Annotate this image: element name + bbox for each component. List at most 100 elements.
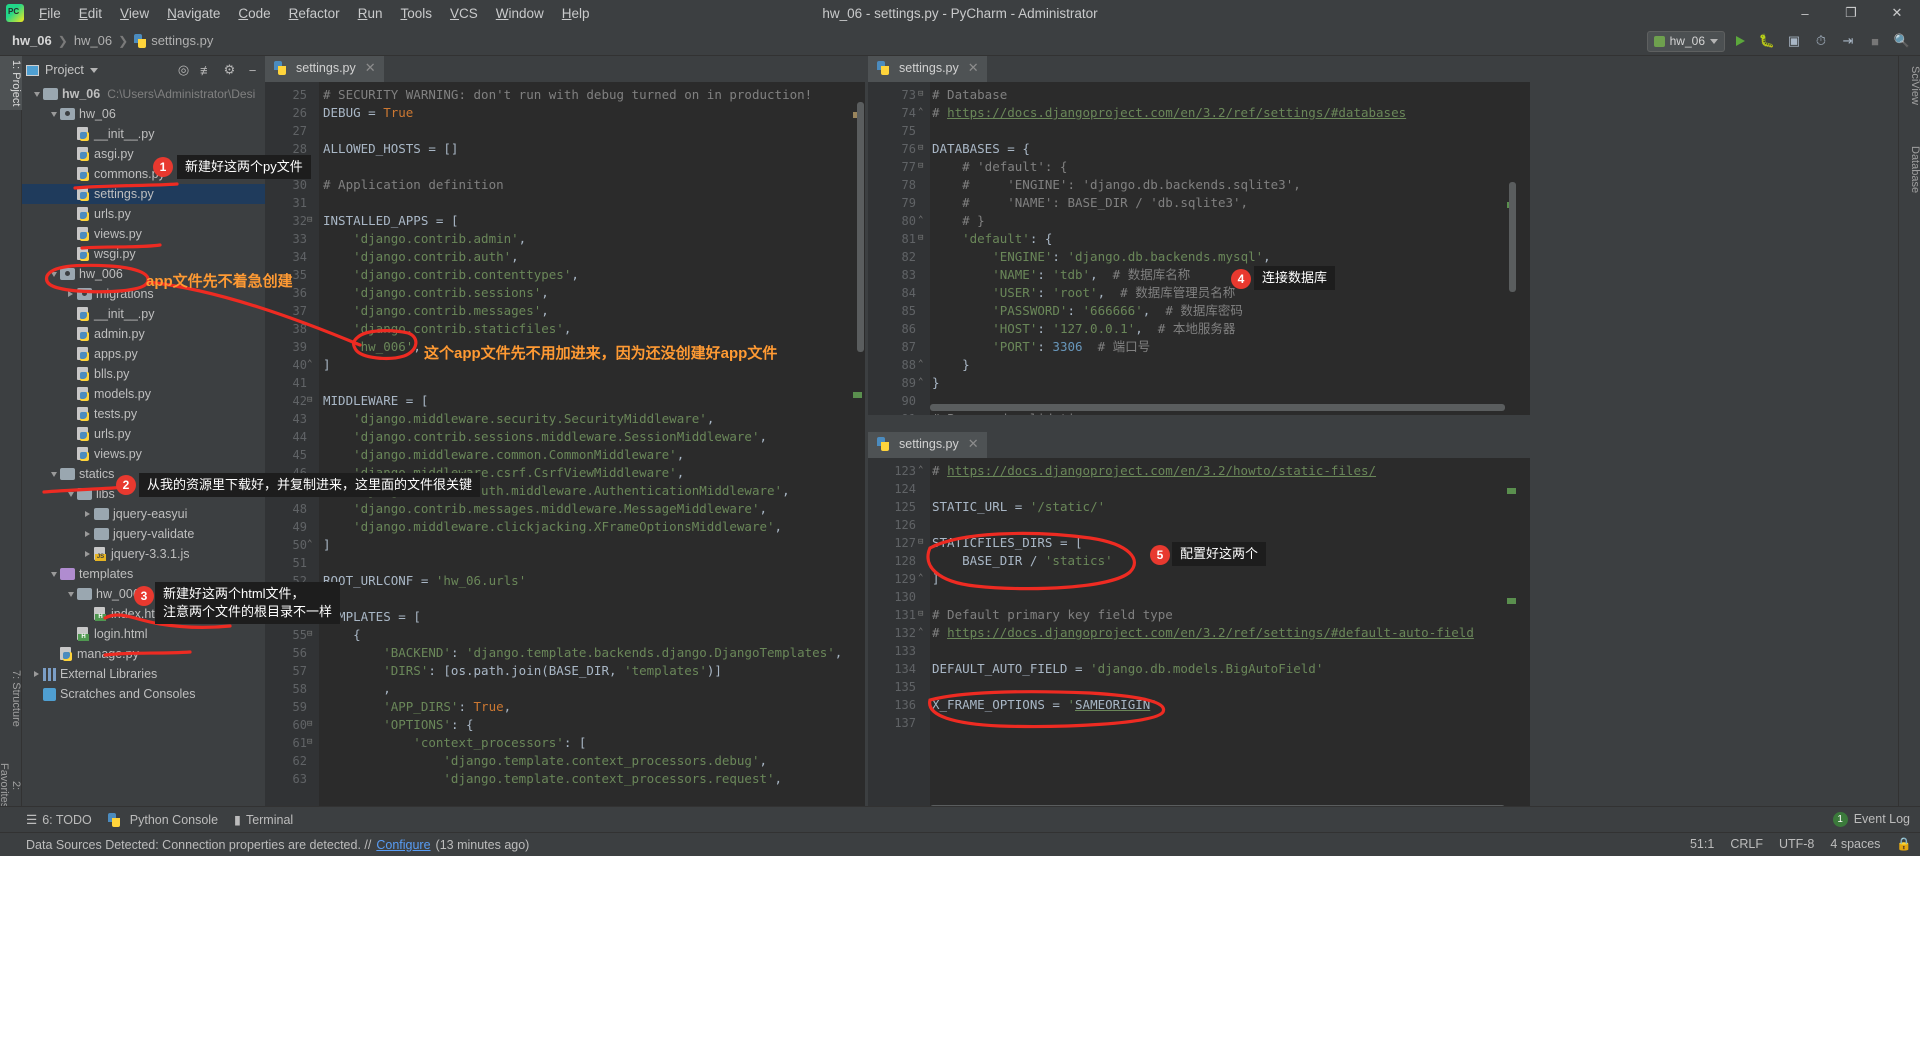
code-fold-icon[interactable]: ⊟ xyxy=(918,89,923,99)
tree-item-jquery-easyui[interactable]: jquery-easyui xyxy=(22,504,265,524)
code-fold-icon[interactable]: ⊟ xyxy=(918,537,923,547)
close-button[interactable]: ✕ xyxy=(1874,0,1920,26)
breadcrumb-package[interactable]: hw_06 xyxy=(74,33,112,48)
maximize-button[interactable]: ❐ xyxy=(1828,0,1874,26)
tree-item-hw-06[interactable]: hw_06 xyxy=(22,104,265,124)
status-configure-link[interactable]: Configure xyxy=(376,838,430,852)
caret-position[interactable]: 51:1 xyxy=(1690,837,1714,851)
info-marker[interactable] xyxy=(853,392,862,398)
file-encoding[interactable]: UTF-8 xyxy=(1779,837,1814,851)
code-fold-icon[interactable]: ⌃ xyxy=(918,573,923,583)
tab-settings-py[interactable]: settings.py ✕ xyxy=(868,432,987,458)
collapse-arrow-icon[interactable] xyxy=(64,491,77,497)
code-fold-icon[interactable]: ⊟ xyxy=(307,719,312,729)
close-icon[interactable]: ✕ xyxy=(968,60,979,76)
search-icon[interactable]: 🔍 xyxy=(1890,29,1914,53)
tab-settings-py[interactable]: settings.py ✕ xyxy=(868,56,987,82)
tree-item-templates[interactable]: templates xyxy=(22,564,265,584)
editor-right-top-code[interactable]: 73 ⊟ # Database 74 ⌃ # https://docs.djangopro… xyxy=(868,82,1530,415)
sidebar-item-sciview[interactable]: SciView xyxy=(1899,62,1920,109)
update-button[interactable]: ⇥ xyxy=(1836,29,1860,53)
tree-item-models-py[interactable]: models.py xyxy=(22,384,265,404)
expand-arrow-icon[interactable] xyxy=(81,511,94,517)
line-separator[interactable]: CRLF xyxy=(1730,837,1763,851)
info-marker[interactable] xyxy=(1507,488,1516,494)
menu-edit[interactable]: Edit xyxy=(70,3,111,24)
menu-vcs[interactable]: VCS xyxy=(441,3,487,24)
menu-file[interactable]: File xyxy=(30,3,70,24)
menu-window[interactable]: Window xyxy=(487,3,553,24)
project-tree[interactable]: hw_06 C:\Users\Administrator\Desi hw_06 __i… xyxy=(22,84,265,816)
run-configuration-selector[interactable]: hw_06 xyxy=(1646,30,1725,52)
indent-setting[interactable]: 4 spaces xyxy=(1830,837,1880,851)
chevron-down-icon[interactable] xyxy=(89,67,98,73)
hide-icon[interactable]: − xyxy=(244,62,261,79)
sidebar-item-project[interactable]: 1: Project xyxy=(0,56,22,111)
code-fold-icon[interactable]: ⊟ xyxy=(918,143,923,153)
menu-code[interactable]: Code xyxy=(229,3,279,24)
tree-item-jquery-validate[interactable]: jquery-validate xyxy=(22,524,265,544)
code-fold-icon[interactable]: ⌃ xyxy=(918,627,923,637)
lock-icon[interactable]: 🔒 xyxy=(1896,837,1912,852)
profile-button[interactable]: ⏱ xyxy=(1809,29,1833,53)
editor-right-top-scrollbar-vertical[interactable] xyxy=(1509,182,1516,292)
locate-icon[interactable]: ◎ xyxy=(175,62,192,79)
code-fold-icon[interactable]: ⊟ xyxy=(307,737,312,747)
expand-arrow-icon[interactable] xyxy=(64,291,77,297)
tree-item-hw-06[interactable]: hw_06 C:\Users\Administrator\Desi xyxy=(22,84,265,104)
menu-view[interactable]: View xyxy=(111,3,158,24)
minimize-button[interactable]: – xyxy=(1782,0,1828,26)
tree-item-tests-py[interactable]: tests.py xyxy=(22,404,265,424)
code-fold-icon[interactable]: ⊟ xyxy=(307,395,312,405)
code-fold-icon[interactable]: ⊟ xyxy=(918,161,923,171)
tree-item-blls-py[interactable]: blls.py xyxy=(22,364,265,384)
tree-item---init---py[interactable]: __init__.py xyxy=(22,124,265,144)
close-icon[interactable]: ✕ xyxy=(365,60,376,76)
code-fold-icon[interactable]: ⌃ xyxy=(918,107,923,117)
code-fold-icon[interactable]: ⊟ xyxy=(307,629,312,639)
coverage-button[interactable]: ▣ xyxy=(1782,29,1806,53)
code-fold-icon[interactable]: ⊟ xyxy=(918,233,923,243)
collapse-arrow-icon[interactable] xyxy=(47,571,60,577)
collapse-arrow-icon[interactable] xyxy=(47,471,60,477)
tree-item-login-html[interactable]: login.html xyxy=(22,624,265,644)
code-fold-icon[interactable]: ⌃ xyxy=(307,539,312,549)
stop-button[interactable]: ■ xyxy=(1863,29,1887,53)
expand-arrow-icon[interactable] xyxy=(81,531,94,537)
tree-item-urls-py[interactable]: urls.py xyxy=(22,424,265,444)
tree-item---init---py[interactable]: __init__.py xyxy=(22,304,265,324)
expand-arrow-icon[interactable] xyxy=(81,551,94,557)
tool-todo[interactable]: ☰ 6: TODO xyxy=(26,812,92,828)
menu-navigate[interactable]: Navigate xyxy=(158,3,229,24)
collapse-arrow-icon[interactable] xyxy=(30,91,43,97)
tree-item-views-py[interactable]: views.py xyxy=(22,224,265,244)
tree-item-scratches-and-consoles[interactable]: Scratches and Consoles xyxy=(22,684,265,704)
tool-terminal[interactable]: ▮ Terminal xyxy=(234,812,293,828)
debug-button[interactable]: 🐛 xyxy=(1755,29,1779,53)
editor-main-scrollbar-vertical[interactable] xyxy=(857,102,864,352)
sidebar-item-database[interactable]: Database xyxy=(1899,142,1920,197)
editor-right-top-scrollbar-horizontal[interactable] xyxy=(930,404,1505,411)
tree-item-urls-py[interactable]: urls.py xyxy=(22,204,265,224)
event-log-button[interactable]: 1 Event Log xyxy=(1832,806,1910,832)
tree-item-jquery-3-3-1-js[interactable]: jquery-3.3.1.js xyxy=(22,544,265,564)
tree-item-admin-py[interactable]: admin.py xyxy=(22,324,265,344)
code-fold-icon[interactable]: ⌃ xyxy=(918,465,923,475)
collapse-all-icon[interactable]: ≢ xyxy=(198,62,215,79)
gear-icon[interactable]: ⚙ xyxy=(221,62,238,79)
sidebar-item-structure[interactable]: 7: Structure xyxy=(0,666,22,731)
code-fold-icon[interactable]: ⌃ xyxy=(307,359,312,369)
info-marker[interactable] xyxy=(1507,598,1516,604)
menu-tools[interactable]: Tools xyxy=(391,3,441,24)
expand-arrow-icon[interactable] xyxy=(30,671,43,677)
tree-item-settings-py[interactable]: settings.py xyxy=(22,184,265,204)
close-icon[interactable]: ✕ xyxy=(968,436,979,452)
tree-item-external-libraries[interactable]: External Libraries xyxy=(22,664,265,684)
tree-item-apps-py[interactable]: apps.py xyxy=(22,344,265,364)
menu-refactor[interactable]: Refactor xyxy=(280,3,349,24)
code-fold-icon[interactable]: ⊟ xyxy=(307,215,312,225)
menu-run[interactable]: Run xyxy=(349,3,392,24)
code-fold-icon[interactable]: ⌃ xyxy=(918,377,923,387)
breadcrumb-project[interactable]: hw_06 xyxy=(12,33,52,48)
code-fold-icon[interactable]: ⌃ xyxy=(918,359,923,369)
